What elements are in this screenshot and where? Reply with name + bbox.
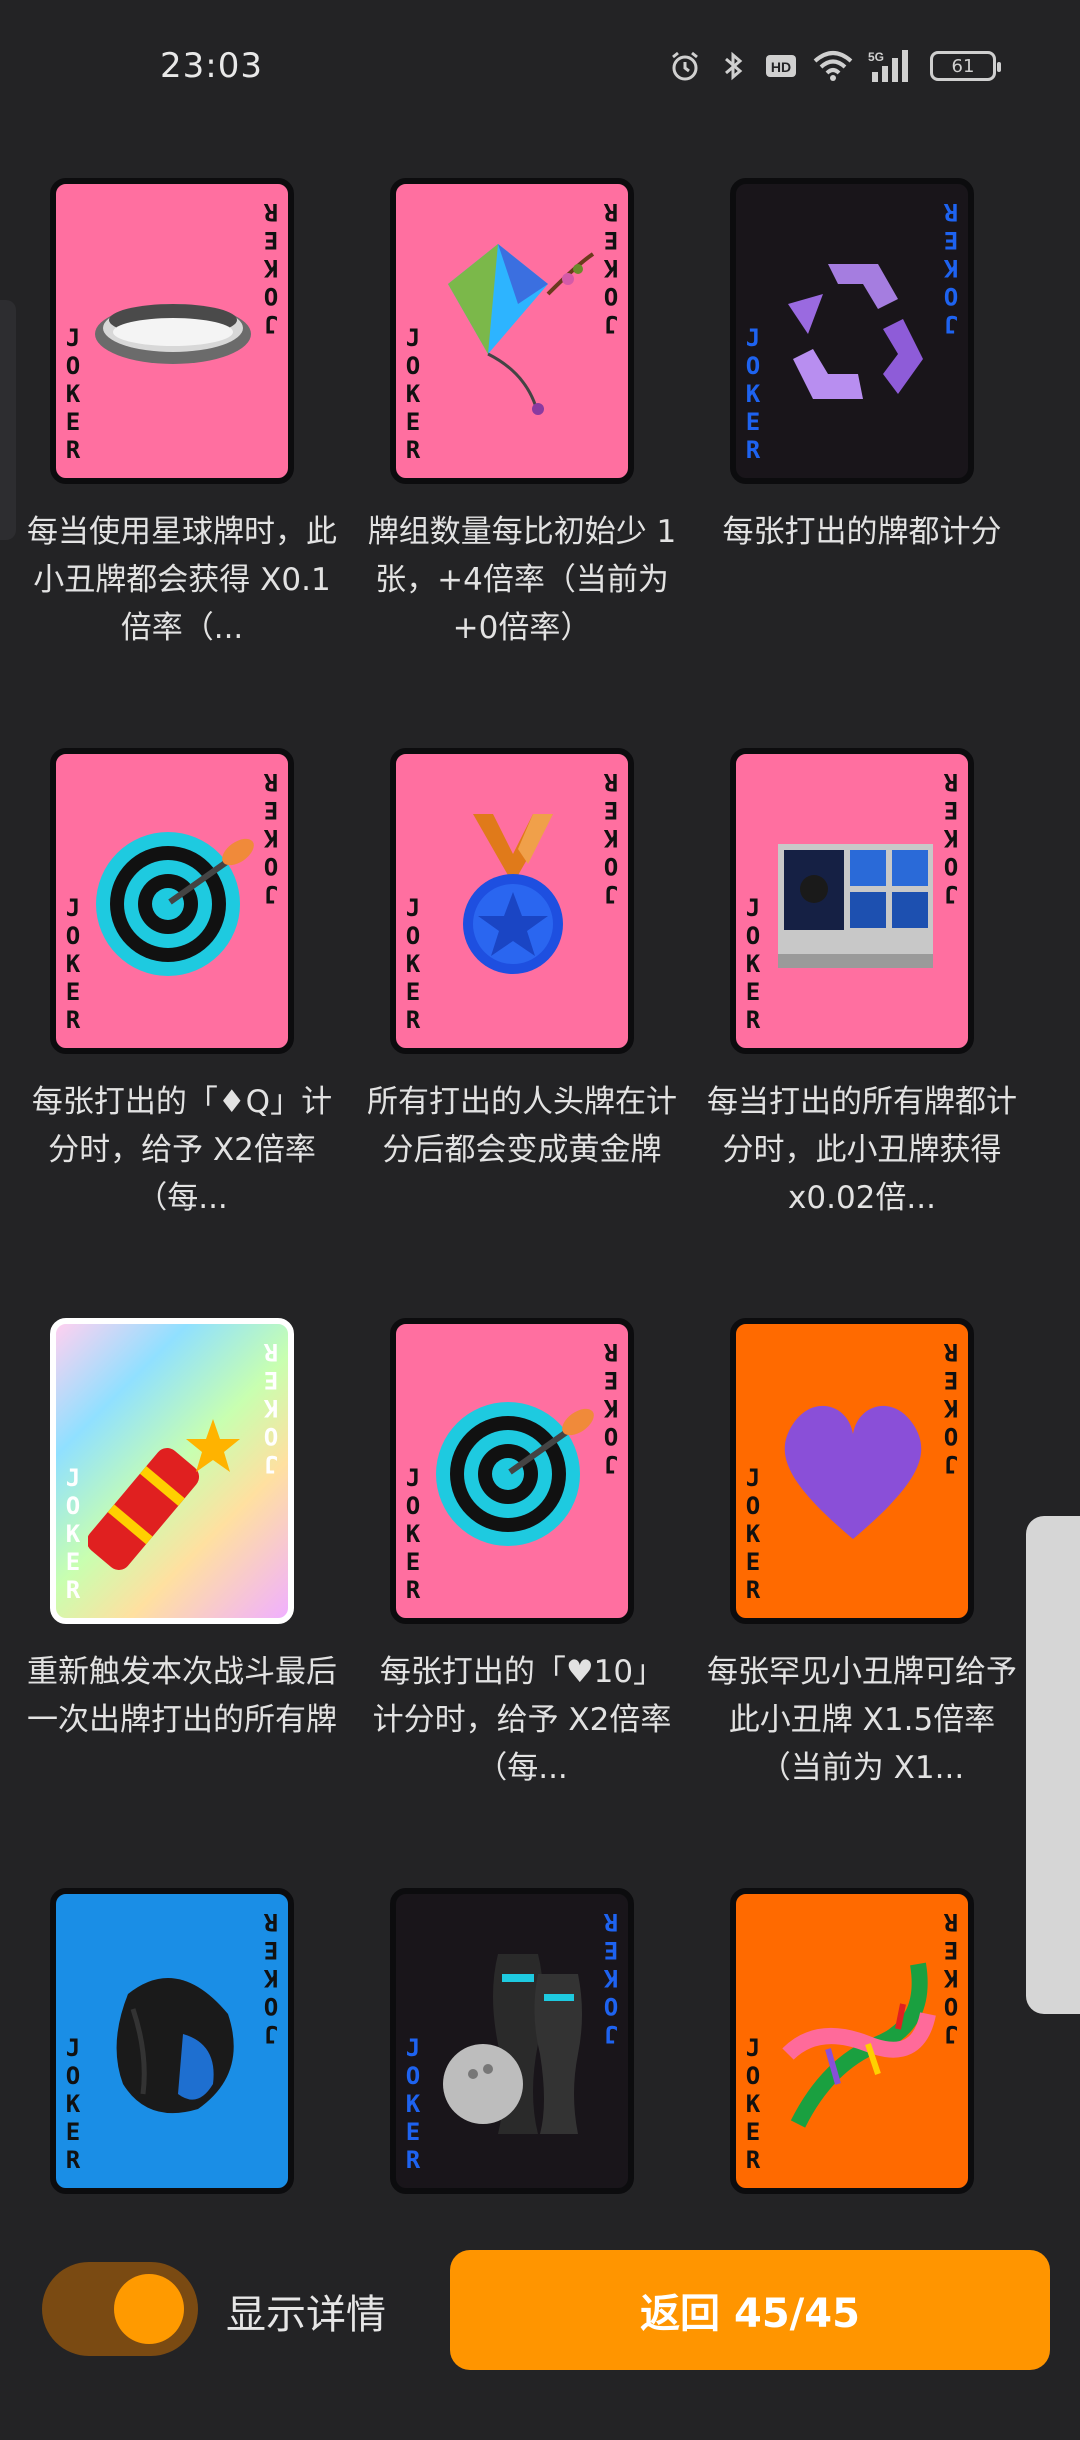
shell-icon [88, 1934, 258, 2144]
joker-card-description: 每当打出的所有牌都计分时，此小丑牌获得 x0.02倍... [707, 1084, 1017, 1216]
joker-card-cell[interactable]: J O K E R J O K E R 牌组数量每比初始少 1 张，+4倍率（当前为 +0倍率） [352, 170, 692, 730]
joker-label-right: JOKER [603, 1338, 619, 1478]
joker-card-cell[interactable]: J O K E R J O K E R 重新触发本次战斗最后一次出牌打出的所有牌 [12, 1310, 352, 1870]
joker-card-cell[interactable]: J O K E R J O K E R 每张打出的牌都计分 [692, 170, 1032, 730]
joker-label-right: JOKER [603, 198, 619, 338]
recycle-icon [768, 224, 938, 434]
joker-card-cell[interactable]: J O K E R J O K E R 所有打出的人头牌在计分后都会变成黄金牌 [352, 740, 692, 1300]
joker-card[interactable]: JOKER JOKER [730, 748, 974, 1054]
joker-card-description: 每当使用星球牌时，此小丑牌都会获得 X0.1倍率（... [27, 514, 337, 646]
joker-label-left: JOKER [405, 894, 421, 1034]
wifi-icon [813, 51, 853, 81]
joker-label-left: JOKER [745, 2034, 761, 2174]
status-time: 23:03 [160, 46, 263, 86]
joker-card[interactable]: JOKER JOKER [390, 1888, 634, 2194]
joker-card[interactable]: JOKER JOKER [50, 748, 294, 1054]
joker-label-left: JOKER [65, 1464, 81, 1604]
joker-card[interactable]: JOKER JOKER [390, 748, 634, 1054]
joker-label-right: JOKER [603, 1908, 619, 2048]
joker-card-cell[interactable]: J O K E R J O K E R 每张打出的「♥10」计分时，给予 X2倍率（每... [352, 1310, 692, 1870]
joker-card[interactable]: JOKER JOKER [50, 1318, 294, 1624]
joker-label-left: JOKER [65, 324, 81, 464]
collection-box-icon [768, 794, 938, 1004]
svg-text:HD: HD [771, 59, 791, 75]
joker-label-right: JOKER [263, 1908, 279, 2048]
joker-label-left: JOKER [745, 1464, 761, 1604]
joker-card[interactable]: JOKER JOKER [730, 1888, 974, 2194]
joker-card-description: 每张打出的牌都计分 [722, 514, 1002, 550]
battery-level: 61 [951, 55, 975, 77]
joker-card-description: 每张罕见小丑牌可给予此小丑牌 X1.5倍率（当前为 X1... [707, 1654, 1017, 1786]
medal-icon [428, 794, 598, 1004]
joker-label-left: JOKER [745, 894, 761, 1034]
joker-card-description: 牌组数量每比初始少 1 张，+4倍率（当前为 +0倍率） [367, 514, 677, 646]
svg-text:5G: 5G [868, 50, 884, 64]
status-bar: 23:03 HD 5G 61 [0, 0, 1080, 130]
bowling-icon [428, 1934, 598, 2144]
joker-label-left: JOKER [65, 894, 81, 1034]
joker-card-description: 每张打出的「♦Q」计分时，给予 X2倍率（每... [31, 1084, 333, 1216]
joker-card[interactable]: JOKER JOKER [50, 178, 294, 484]
target-icon [88, 794, 258, 1004]
joker-card-cell[interactable]: J O K E R J O K E R 每当使用星球牌时，此小丑牌都会获得 X0.1倍率（... [12, 170, 352, 730]
joker-label-left: JOKER [405, 2034, 421, 2174]
alarm-icon [672, 51, 698, 81]
firecracker-icon [86, 1364, 258, 1574]
status-icons: HD 5G 61 [668, 48, 1001, 84]
joker-label-right: JOKER [603, 768, 619, 908]
joker-label-left: JOKER [405, 1464, 421, 1604]
bluetooth-icon [725, 51, 743, 81]
show-details-toggle[interactable] [42, 2262, 198, 2356]
scrollbar[interactable] [1026, 1516, 1080, 2014]
joker-label-right: JOKER [263, 198, 279, 338]
joker-label-left: JOKER [65, 2034, 81, 2174]
joker-card-description: 每张打出的「♥10」计分时，给予 X2倍率（每... [372, 1654, 672, 1786]
show-details-label: 显示详情 [226, 2292, 386, 2338]
joker-label-left: JOKER [405, 324, 421, 464]
hd-icon: HD [766, 55, 796, 77]
joker-card-description: 重新触发本次战斗最后一次出牌打出的所有牌 [27, 1654, 337, 1738]
joker-label-left: JOKER [745, 324, 761, 464]
joker-label-right: JOKER [263, 768, 279, 908]
joker-card-cell[interactable]: J O K E R J O K E R 每张罕见小丑牌可给予此小丑牌 X1.5倍率（当前为 X1..… [692, 1310, 1032, 1870]
joker-label-right: JOKER [943, 768, 959, 908]
joker-label-right: JOKER [943, 1908, 959, 2048]
joker-card-cell[interactable]: J O K E R J O K E R 每当打出的所有牌都计分时，此小丑牌获得 x0.02倍... [692, 740, 1032, 1300]
joker-card[interactable]: JOKER JOKER [390, 1318, 634, 1624]
joker-card-description: 所有打出的人头牌在计分后都会变成黄金牌 [367, 1084, 677, 1168]
return-button[interactable]: 返回 45/45 [450, 2250, 1050, 2370]
joker-label-right: JOKER [943, 198, 959, 338]
joker-card[interactable]: JOKER JOKER [730, 1318, 974, 1624]
target-icon [428, 1364, 598, 1574]
joker-label-right: JOKER [263, 1338, 279, 1478]
joker-card[interactable]: JOKER JOKER [390, 178, 634, 484]
signal-5g-icon: 5G [868, 50, 908, 82]
joker-label-right: JOKER [943, 1338, 959, 1478]
joker-card-cell[interactable]: J O K E R J O K E R 每张打出的「♦Q」计分时，给予 X2倍率（每... [12, 740, 352, 1300]
joker-card[interactable]: JOKER JOKER [730, 178, 974, 484]
purple-heart-icon [768, 1364, 938, 1574]
toggle-knob[interactable] [114, 2274, 184, 2344]
battery-icon: 61 [930, 51, 1001, 81]
dna-icon [768, 1934, 938, 2144]
kite-icon [428, 224, 598, 434]
hole-icon [88, 224, 258, 434]
joker-card[interactable]: JOKER JOKER [50, 1888, 294, 2194]
